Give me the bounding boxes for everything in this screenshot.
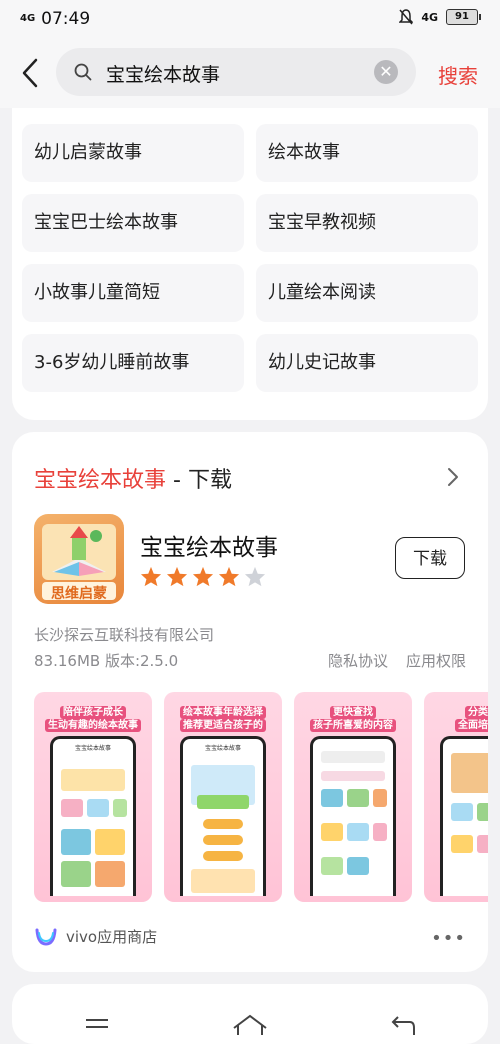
star-icon	[140, 566, 162, 587]
suggestion-chip[interactable]: 3-6岁幼儿睡前故事	[22, 334, 244, 392]
store-name: vivo应用商店	[66, 927, 158, 946]
phone-title: 宝宝绘本故事	[204, 745, 241, 752]
app-size-version: 83.16MB 版本:2.5.0	[34, 652, 179, 670]
screenshot-caption: 绘本故事年龄选择	[180, 706, 266, 719]
clock: 07:49	[41, 9, 91, 29]
signal-indicator: 4G	[20, 13, 36, 24]
app-icon[interactable]: 思维启蒙	[34, 514, 124, 604]
rating-stars	[140, 566, 266, 587]
app-screenshot[interactable]: 分类区全面培养孩	[424, 692, 488, 902]
app-download-card[interactable]: 宝宝绘本故事 - 下载 思维启蒙 宝宝绘本故事 下载 长沙探云互联科技有限公司 …	[12, 432, 488, 972]
search-header: 宝宝绘本故事 ✕ 搜索	[0, 38, 500, 108]
screenshot-caption: 推荐更适合孩子的	[180, 719, 266, 732]
menu-icon[interactable]	[86, 1019, 108, 1028]
suggestion-chip[interactable]: 儿童绘本阅读	[256, 264, 478, 322]
phone-mockup	[440, 736, 488, 896]
clear-icon[interactable]: ✕	[374, 60, 398, 84]
app-screenshot[interactable]: 陪伴孩子成长 生动有趣的绘本故事 宝宝绘本故事	[34, 692, 152, 902]
screenshot-caption: 更快查找	[330, 706, 376, 719]
phone-title: 宝宝绘本故事	[74, 745, 111, 752]
screenshot-caption: 全面培养孩	[455, 719, 488, 732]
suggestion-chip[interactable]: 幼儿史记故事	[256, 334, 478, 392]
star-icon	[244, 566, 266, 587]
app-card-title[interactable]: 宝宝绘本故事 - 下载	[34, 462, 232, 494]
suggestion-chip[interactable]: 宝宝巴士绘本故事	[22, 194, 244, 252]
screenshot-carousel[interactable]: 陪伴孩子成长 生动有趣的绘本故事 宝宝绘本故事 绘本故事年龄选择 推荐更适合孩子的 …	[34, 692, 488, 902]
star-icon	[218, 566, 240, 587]
chevron-right-icon[interactable]	[446, 466, 460, 488]
suggestion-card: 幼儿启蒙故事 绘本故事 宝宝巴士绘本故事 宝宝早教视频 小故事儿童简短 儿童绘本…	[12, 108, 488, 420]
app-card-title-keyword: 宝宝绘本故事	[34, 468, 167, 493]
vivo-store-icon	[35, 928, 57, 946]
suggestion-chip[interactable]: 宝宝早教视频	[256, 194, 478, 252]
app-card-title-suffix: - 下载	[166, 468, 232, 493]
app-icon-caption: 思维启蒙	[51, 586, 107, 602]
network-indicator: 4G	[421, 10, 438, 24]
phone-mockup	[310, 736, 396, 896]
search-button[interactable]: 搜索	[438, 60, 478, 89]
star-icon	[192, 566, 214, 587]
screenshot-caption: 生动有趣的绘本故事	[45, 719, 141, 732]
app-screenshot[interactable]: 绘本故事年龄选择 推荐更适合孩子的 宝宝绘本故事	[164, 692, 282, 902]
suggestion-chip[interactable]: 绘本故事	[256, 124, 478, 182]
phone-mockup: 宝宝绘本故事	[180, 736, 266, 896]
home-icon[interactable]	[233, 1014, 267, 1035]
screenshot-caption: 陪伴孩子成长	[60, 706, 126, 719]
back-arrow-icon[interactable]	[18, 56, 44, 90]
suggestion-chip[interactable]: 小故事儿童简短	[22, 264, 244, 322]
suggestion-chip[interactable]: 幼儿启蒙故事	[22, 124, 244, 182]
more-options-icon[interactable]: •••	[431, 928, 466, 949]
battery-icon: 91	[446, 9, 481, 25]
search-icon	[74, 63, 92, 81]
app-name[interactable]: 宝宝绘本故事	[140, 528, 278, 562]
system-nav-bar	[86, 1014, 415, 1035]
download-button[interactable]: 下载	[395, 537, 465, 579]
screenshot-caption: 分类区	[465, 706, 488, 719]
search-input[interactable]: 宝宝绘本故事 ✕	[56, 48, 416, 96]
permissions-link[interactable]: 应用权限	[406, 650, 466, 671]
phone-mockup: 宝宝绘本故事	[50, 736, 136, 896]
screenshot-caption: 孩子所喜爱的内容	[310, 719, 396, 732]
privacy-link[interactable]: 隐私协议	[328, 650, 388, 671]
mute-icon	[399, 9, 414, 25]
search-query: 宝宝绘本故事	[106, 64, 221, 86]
back-nav-icon[interactable]	[391, 1016, 415, 1035]
developer-name: 长沙探云互联科技有限公司	[34, 626, 215, 644]
store-source: vivo应用商店	[34, 924, 157, 948]
status-bar: 4G 07:49 4G 91	[0, 0, 500, 38]
star-icon	[166, 566, 188, 587]
app-screenshot[interactable]: 更快查找 孩子所喜爱的内容	[294, 692, 412, 902]
